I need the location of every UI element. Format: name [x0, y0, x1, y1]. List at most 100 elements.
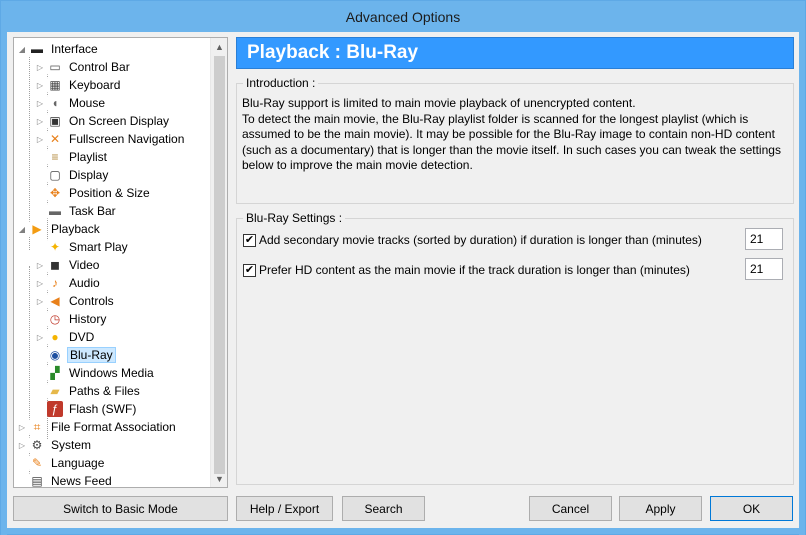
prefer-hd-minutes-input[interactable]: 21: [745, 258, 783, 280]
secondary-tracks-minutes-input[interactable]: 21: [745, 228, 783, 250]
page-header: Playback : Blu-Ray: [236, 37, 794, 69]
folder-icon: ▰: [47, 383, 63, 399]
bluray-settings-group: Blu-Ray Settings :: [236, 211, 794, 485]
tree-item-label: History: [69, 312, 107, 326]
introduction-text: Blu-Ray support is limited to main movie…: [242, 96, 787, 174]
expand-icon[interactable]: ▷: [35, 135, 45, 144]
taskbar-icon: ▬: [47, 203, 63, 219]
tree-item-label: Flash (SWF): [69, 402, 137, 416]
tree-item-label: Paths & Files: [69, 384, 140, 398]
keyboard-icon: ▦: [47, 77, 63, 93]
search-button[interactable]: Search: [342, 496, 425, 521]
tree-item-playlist[interactable]: ≡ Playlist: [35, 148, 109, 166]
window-frame-left: [1, 32, 7, 535]
tree-item-label: Position & Size: [69, 186, 150, 200]
gear-icon: ⚙: [29, 437, 45, 453]
playlist-icon: ≡: [47, 149, 63, 165]
tree-item-fullscreen-navigation[interactable]: ▷ ✕ Fullscreen Navigation: [35, 130, 186, 148]
options-tree[interactable]: ▲ ▼ ◢ ▬ Interface ▷ ▭ Control Bar ▷ ▦ Keyboard ▷ ◖…: [13, 37, 228, 488]
tree-item-label: File Format Association: [51, 420, 176, 434]
tree-item-label: Playback: [51, 222, 100, 236]
title-bar[interactable]: Advanced Options: [1, 1, 805, 32]
collapse-icon[interactable]: ◢: [17, 225, 27, 234]
play-icon: ▶: [29, 221, 45, 237]
introduction-caption: Introduction :: [243, 76, 319, 90]
tree-item-system[interactable]: ▷ ⚙ System: [17, 436, 93, 454]
scroll-up-icon[interactable]: ▲: [211, 38, 227, 55]
file-association-icon: ⌗: [29, 419, 45, 435]
tree-item-playback[interactable]: ◢ ▶ Playback: [17, 220, 102, 238]
news-icon: ▤: [29, 473, 45, 487]
tree-item-video[interactable]: ▷ ◼ Video: [35, 256, 101, 274]
cancel-button[interactable]: Cancel: [529, 496, 612, 521]
prefer-hd-checkbox[interactable]: ✔: [243, 263, 256, 277]
expand-icon[interactable]: ▷: [35, 297, 45, 306]
tree-item-keyboard[interactable]: ▷ ▦ Keyboard: [35, 76, 122, 94]
tree-item-history[interactable]: ◷ History: [35, 310, 108, 328]
flash-icon: ƒ: [47, 401, 63, 417]
tree-scrollbar[interactable]: ▲ ▼: [210, 38, 227, 487]
tree-item-windows-media[interactable]: ▞ Windows Media: [35, 364, 156, 382]
tree-item-control-bar[interactable]: ▷ ▭ Control Bar: [35, 58, 132, 76]
prefer-hd-option[interactable]: ✔ Prefer HD content as the main movie if…: [243, 261, 690, 279]
tree-item-paths-files[interactable]: ▰ Paths & Files: [35, 382, 142, 400]
window-title: Advanced Options: [345, 8, 461, 25]
tree-item-controls[interactable]: ▷ ◀ Controls: [35, 292, 116, 310]
expand-icon[interactable]: ▷: [35, 333, 45, 342]
switch-to-basic-mode-button[interactable]: Switch to Basic Mode: [13, 496, 228, 521]
secondary-tracks-option[interactable]: ✔ Add secondary movie tracks (sorted by …: [243, 231, 702, 249]
tree-item-on-screen-display[interactable]: ▷ ▣ On Screen Display: [35, 112, 171, 130]
expand-icon[interactable]: ▷: [17, 423, 27, 432]
tree-item-task-bar[interactable]: ▬ Task Bar: [35, 202, 118, 220]
secondary-tracks-label: Add secondary movie tracks (sorted by du…: [259, 233, 702, 247]
expand-icon[interactable]: ▷: [35, 63, 45, 72]
scrollbar-thumb[interactable]: [214, 56, 225, 474]
tree-item-dvd[interactable]: ▷ ● DVD: [35, 328, 96, 346]
tree-item-position-size[interactable]: ✥ Position & Size: [35, 184, 152, 202]
ok-button[interactable]: OK: [710, 496, 793, 521]
expand-icon[interactable]: ▷: [35, 261, 45, 270]
page-title: Playback : Blu-Ray: [247, 42, 419, 63]
tree-item-interface[interactable]: ◢ ▬ Interface: [17, 40, 100, 58]
tree-item-display[interactable]: ▢ Display: [35, 166, 110, 184]
tree-item-label: Mouse: [69, 96, 106, 110]
tree-item-label: News Feed: [51, 474, 112, 488]
fullscreen-icon: ✕: [47, 131, 63, 147]
tree-item-smart-play[interactable]: ✦ Smart Play: [35, 238, 130, 256]
display-icon: ▢: [47, 167, 63, 183]
tree-item-label: Fullscreen Navigation: [69, 132, 185, 146]
history-icon: ◷: [47, 311, 63, 327]
tree-item-language[interactable]: ✎ Language: [17, 454, 106, 472]
tree-item-news-feed[interactable]: ▤ News Feed: [17, 472, 114, 488]
apply-button[interactable]: Apply: [619, 496, 702, 521]
window-frame-bottom: [1, 528, 805, 534]
mouse-icon: ◖: [47, 95, 63, 111]
settings-caption: Blu-Ray Settings :: [243, 211, 346, 225]
controls-icon: ◀: [47, 293, 63, 309]
expand-icon[interactable]: ▷: [35, 117, 45, 126]
help-export-button[interactable]: Help / Export: [236, 496, 333, 521]
dvd-icon: ●: [47, 329, 63, 345]
expand-icon[interactable]: ▷: [35, 99, 45, 108]
tree-item-label: Video: [69, 258, 100, 272]
video-icon: ◼: [47, 257, 63, 273]
bluray-icon: ◉: [47, 347, 63, 363]
osd-icon: ▣: [47, 113, 63, 129]
secondary-tracks-checkbox[interactable]: ✔: [243, 233, 256, 247]
tree-item-audio[interactable]: ▷ ♪ Audio: [35, 274, 102, 292]
tree-item-label: On Screen Display: [69, 114, 170, 128]
expand-icon[interactable]: ▷: [17, 441, 27, 450]
expand-icon[interactable]: ▷: [35, 279, 45, 288]
tree-item-label: Blu-Ray: [67, 347, 116, 363]
tree-item-blu-ray[interactable]: ◉ Blu-Ray: [35, 346, 116, 364]
tree-item-mouse[interactable]: ▷ ◖ Mouse: [35, 94, 107, 112]
tree-item-file-format-association[interactable]: ▷ ⌗ File Format Association: [17, 418, 178, 436]
language-icon: ✎: [29, 455, 45, 471]
window-frame-right: [799, 32, 805, 535]
collapse-icon[interactable]: ◢: [17, 45, 27, 54]
tree-item-label: DVD: [69, 330, 95, 344]
scroll-down-icon[interactable]: ▼: [211, 470, 227, 487]
expand-icon[interactable]: ▷: [35, 81, 45, 90]
windows-media-icon: ▞: [47, 365, 63, 381]
tree-item-flash-swf[interactable]: ƒ Flash (SWF): [35, 400, 138, 418]
